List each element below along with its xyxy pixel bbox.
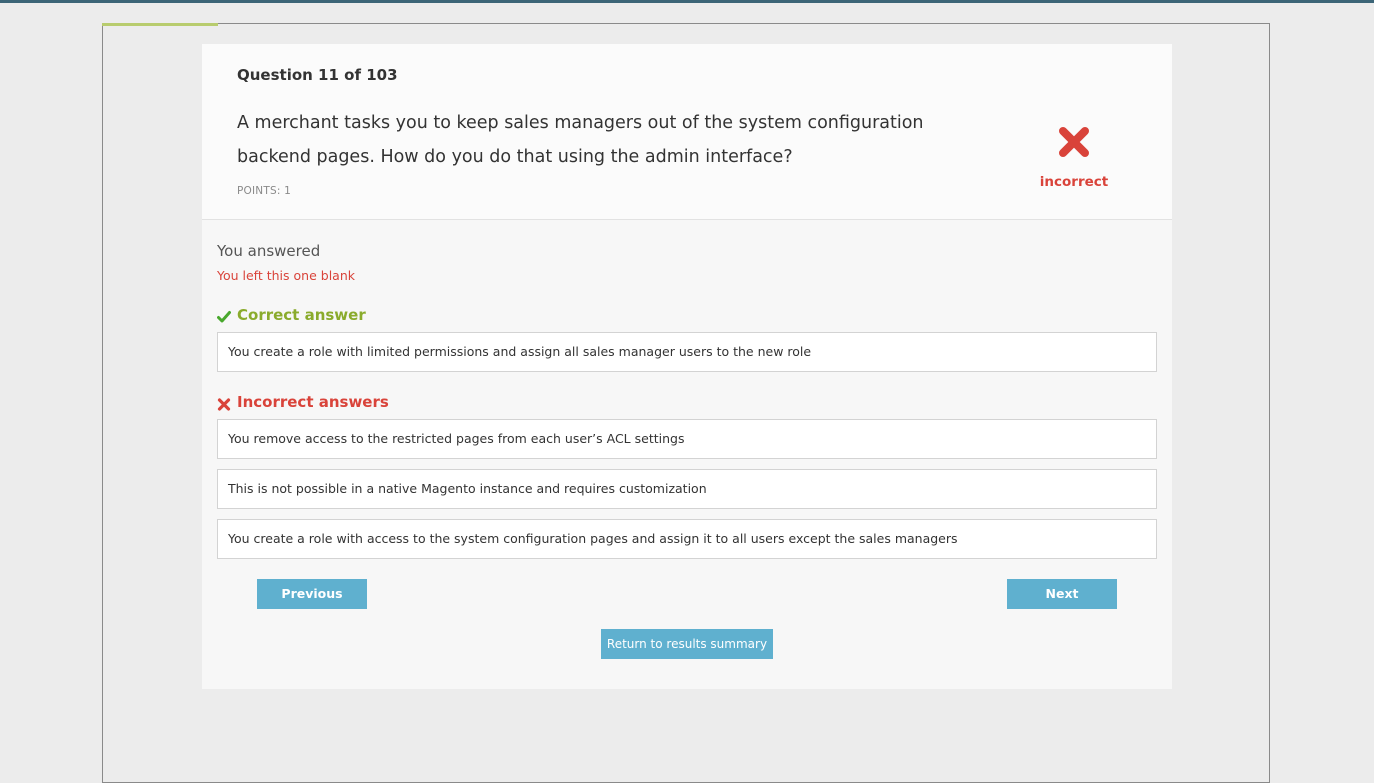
next-button[interactable]: Next xyxy=(1007,579,1117,609)
return-to-summary-button[interactable]: Return to results summary xyxy=(601,629,773,659)
incorrect-answers-heading: Incorrect answers xyxy=(217,393,389,411)
progress-indicator xyxy=(102,23,218,26)
blank-answer-note: You left this one blank xyxy=(217,268,355,283)
correct-answer-heading-text: Correct answer xyxy=(237,306,366,324)
incorrect-answer-item: You remove access to the restricted page… xyxy=(217,419,1157,459)
top-strip xyxy=(0,0,1374,3)
question-number: Question 11 of 103 xyxy=(237,66,398,84)
question-points: POINTS: 1 xyxy=(237,185,291,197)
question-card: Question 11 of 103 A merchant tasks you … xyxy=(202,44,1172,689)
question-text: A merchant tasks you to keep sales manag… xyxy=(237,113,924,167)
previous-button[interactable]: Previous xyxy=(257,579,367,609)
x-mark-icon xyxy=(1059,127,1089,157)
correct-answer-heading: Correct answer xyxy=(217,306,366,324)
incorrect-answer-item: You create a role with access to the sys… xyxy=(217,519,1157,559)
correct-answer-item: You create a role with limited permissio… xyxy=(217,332,1157,372)
status-label: incorrect xyxy=(1039,174,1109,190)
question-block: Question 11 of 103 A merchant tasks you … xyxy=(202,44,1172,220)
you-answered-label: You answered xyxy=(217,242,321,260)
checkmark-icon xyxy=(217,310,231,322)
x-mark-icon xyxy=(217,397,231,411)
incorrect-answers-heading-text: Incorrect answers xyxy=(237,393,389,411)
incorrect-answer-item: This is not possible in a native Magento… xyxy=(217,469,1157,509)
